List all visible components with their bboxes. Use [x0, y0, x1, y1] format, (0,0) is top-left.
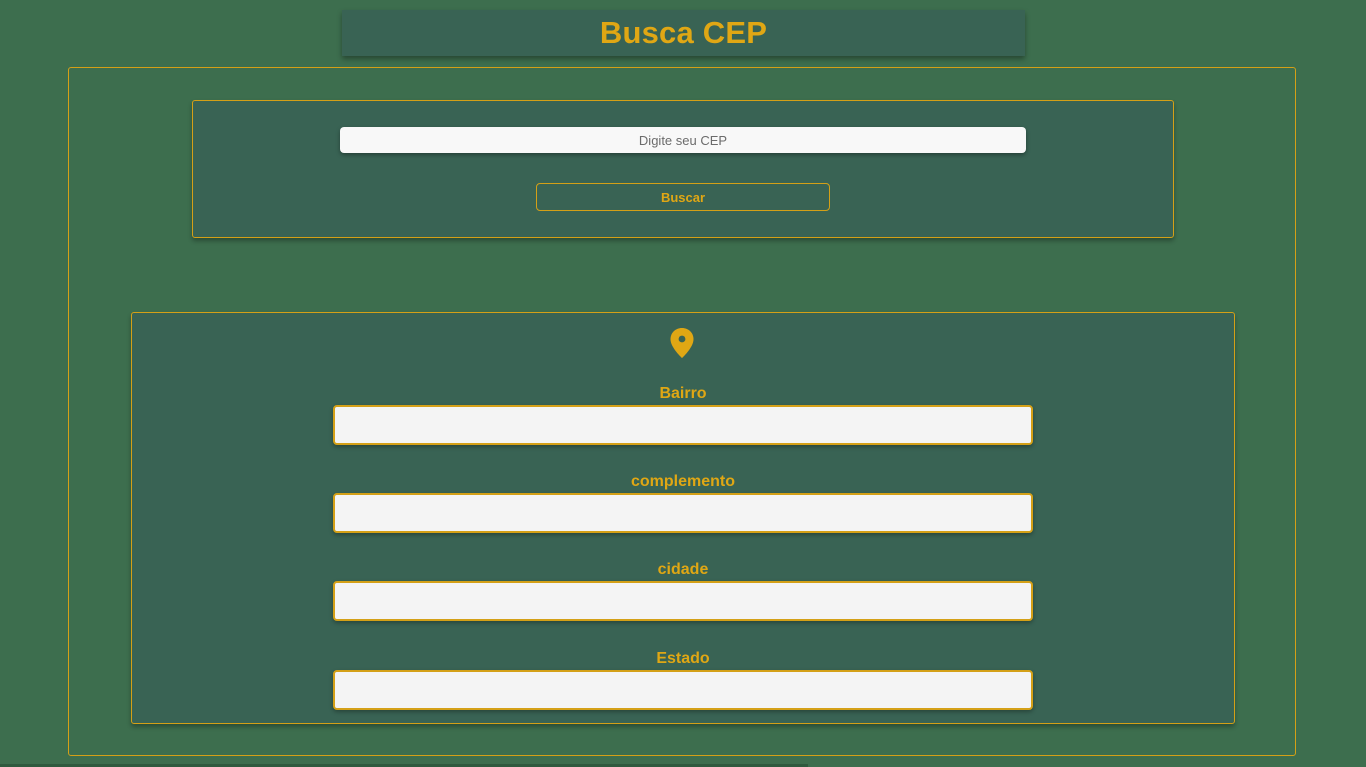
state-label: Estado: [656, 650, 710, 667]
address-result-card: Bairro complemento cidade Estado: [131, 312, 1235, 724]
city-label: cidade: [657, 561, 709, 578]
map-pin-icon: [670, 328, 694, 358]
search-card: Buscar: [192, 100, 1174, 238]
cep-input[interactable]: [340, 127, 1026, 153]
city-field[interactable]: [333, 581, 1033, 621]
complement-label: complemento: [630, 473, 735, 490]
page-header: Busca CEP: [342, 10, 1025, 56]
search-button[interactable]: Buscar: [536, 183, 830, 211]
neighborhood-label: Bairro: [659, 385, 707, 402]
state-field[interactable]: [333, 670, 1033, 710]
page-title: Busca CEP: [599, 15, 768, 50]
neighborhood-field[interactable]: [333, 405, 1033, 445]
complement-field[interactable]: [333, 493, 1033, 533]
